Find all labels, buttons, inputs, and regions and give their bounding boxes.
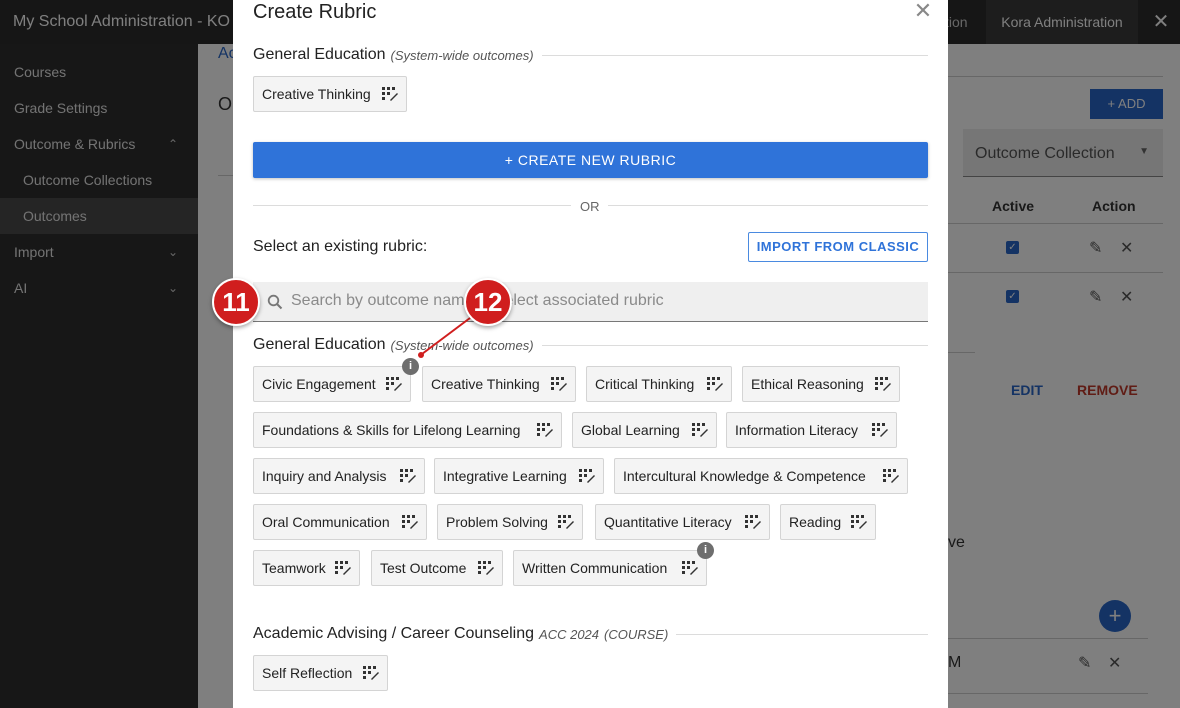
callout-badge: 11 xyxy=(212,278,260,326)
callout-badge: 12 xyxy=(464,278,512,326)
callout-pointer xyxy=(418,311,479,358)
